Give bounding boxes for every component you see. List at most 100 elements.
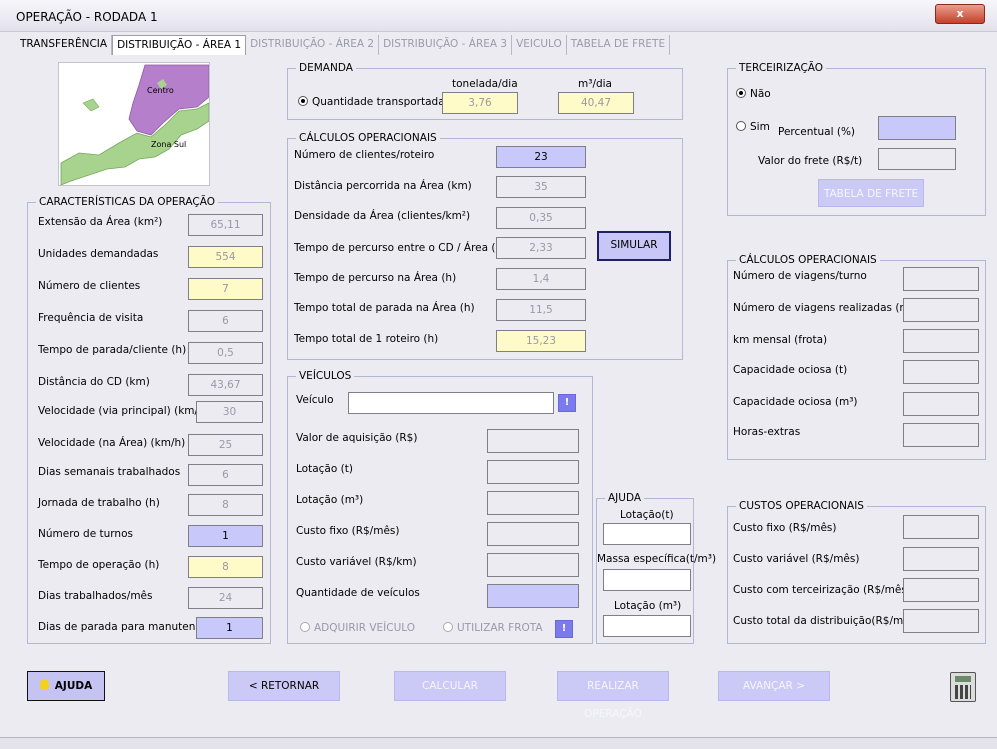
field-capacidade-t <box>903 360 979 384</box>
calculos-right-title: CÁLCULOS OPERACIONAIS <box>736 254 880 267</box>
label-velocidade-area: Velocidade (na Área) (km/h) <box>38 437 186 449</box>
calcular-button[interactable]: CALCULAR <box>394 671 506 701</box>
veiculo-select[interactable] <box>348 392 554 414</box>
field-unidades[interactable]: 554 <box>188 246 263 268</box>
tabela-frete-button[interactable]: TABELA DE FRETE <box>818 179 924 207</box>
ajuda-title: AJUDA <box>605 492 645 505</box>
tab-distribuicao-area-3[interactable]: DISTRIBUIÇÃO - ÁREA 3 <box>379 35 513 55</box>
label-valor-aquisicao: Valor de aquisição (R$) <box>296 432 418 444</box>
label-custo-fixo-mes: Custo fixo (R$/mês) <box>733 522 837 534</box>
lightbulb-icon <box>39 679 49 690</box>
label-capacidade-t: Capacidade ociosa (t) <box>733 364 848 376</box>
radio-sim-dot[interactable] <box>736 121 746 131</box>
label-distancia-area: Distância percorrida na Área (km) <box>294 180 472 192</box>
label-unidades: Unidades demandadas <box>38 248 159 260</box>
label-dias-parada: Dias de parada para manutenção <box>38 621 215 633</box>
ajuda-field-massa[interactable] <box>603 569 691 591</box>
field-custo-terceirizacao <box>903 578 979 602</box>
tab-strip: TRANSFERÊNCIA DISTRIBUIÇÃO - ÁREA 1 DIST… <box>16 35 671 55</box>
tab-transferencia[interactable]: TRANSFERÊNCIA <box>16 35 113 55</box>
tab-veiculo[interactable]: VEICULO <box>512 35 567 55</box>
map-label-zona-sul: Zona Sul <box>151 140 186 149</box>
field-num-clientes[interactable]: 7 <box>188 278 263 300</box>
field-capacidade-m3 <box>903 392 979 416</box>
ajuda-label-lotacao-m3: Lotação (m³) <box>614 600 682 612</box>
radio-utilizar-frota[interactable]: UTILIZAR FROTA <box>443 622 543 634</box>
radio-adquirir-veiculo[interactable]: ADQUIRIR VEÍCULO <box>300 622 415 634</box>
demanda-unit-ton: tonelada/dia <box>452 78 518 90</box>
label-custo-total: Custo total da distribuição(R$/mês) <box>733 615 920 627</box>
label-veiculo: Veículo <box>296 394 334 406</box>
radio-nao-dot[interactable] <box>736 88 746 98</box>
label-custo-terceirizacao: Custo com terceirização (R$/mês) <box>733 584 911 596</box>
calculator-keys-icon <box>955 685 971 699</box>
retornar-button[interactable]: < RETORNAR <box>228 671 340 701</box>
label-densidade: Densidade da Área (clientes/km²) <box>294 210 471 222</box>
label-tempo-roteiro: Tempo total de 1 roteiro (h) <box>294 333 439 345</box>
calculos-title: CÁLCULOS OPERACIONAIS <box>296 132 440 145</box>
field-custo-fixo <box>487 522 579 546</box>
veiculo-info-button[interactable]: ! <box>558 394 576 412</box>
field-tempo-cd-area: 2,33 <box>496 237 586 259</box>
field-tempo-parada-area: 11,5 <box>496 299 586 321</box>
field-clientes-roteiro: 23 <box>496 146 586 168</box>
field-velocidade-area: 25 <box>188 434 263 456</box>
radio-frota-dot[interactable] <box>443 622 453 632</box>
radio-terceirizacao-nao[interactable]: Não <box>736 88 771 100</box>
realizar-operacao-button[interactable]: REALIZAR OPERAÇÃO <box>557 671 669 720</box>
tab-distribuicao-area-2[interactable]: DISTRIBUIÇÃO - ÁREA 2 <box>246 35 380 55</box>
demanda-radio-dot[interactable] <box>298 96 308 106</box>
field-tempo-operacao[interactable]: 8 <box>188 556 263 578</box>
caracteristicas-title: CARACTERÍSTICAS DA OPERAÇÃO <box>36 196 218 209</box>
field-demanda-ton[interactable]: 3,76 <box>442 92 518 114</box>
label-viagens-realizadas: Número de viagens realizadas (mês) <box>733 302 926 314</box>
window-titlebar: OPERAÇÃO - RODADA 1 x <box>0 0 997 32</box>
label-num-turnos: Número de turnos <box>38 528 133 540</box>
ajuda-field-lotacao-t[interactable] <box>603 523 691 545</box>
map-image: Centro Zona Sul <box>60 64 209 185</box>
label-tempo-parada: Tempo de parada/cliente (h) <box>38 344 187 356</box>
veiculos-title: VEÍCULOS <box>296 370 355 383</box>
label-horas-extras: Horas-extras <box>733 426 801 438</box>
label-tempo-operacao: Tempo de operação (h) <box>38 559 160 571</box>
tab-tabela-de-frete[interactable]: TABELA DE FRETE <box>567 35 671 55</box>
ajuda-field-lotacao-m3[interactable] <box>603 615 691 637</box>
demanda-radio[interactable]: Quantidade transportada <box>298 96 445 108</box>
field-custo-variavel <box>487 553 579 577</box>
demanda-unit-m3: m³/dia <box>578 78 612 90</box>
label-custo-variavel: Custo variável (R$/km) <box>296 556 417 568</box>
label-lotacao-t: Lotação (t) <box>296 463 353 475</box>
tab-distribuicao-area-1[interactable]: DISTRIBUIÇÃO - ÁREA 1 <box>112 35 247 55</box>
custos-title: CUSTOS OPERACIONAIS <box>736 500 867 513</box>
label-valor-frete: Valor do frete (R$/t) <box>758 155 863 167</box>
avancar-button[interactable]: AVANÇAR > <box>718 671 830 701</box>
area-map: Centro Zona Sul <box>58 62 210 186</box>
calculator-button[interactable] <box>950 672 976 702</box>
window-title: OPERAÇÃO - RODADA 1 <box>16 10 158 24</box>
field-quantidade-veiculos[interactable] <box>487 584 579 608</box>
field-extensao: 65,11 <box>188 214 263 236</box>
field-custo-total <box>903 609 979 633</box>
field-num-turnos[interactable]: 1 <box>188 525 263 547</box>
field-horas-extras <box>903 423 979 447</box>
simular-button[interactable]: SIMULAR <box>597 231 671 261</box>
radio-terceirizacao-sim[interactable]: Sim <box>736 121 770 133</box>
radio-nao-label: Não <box>750 88 771 100</box>
ajuda-label-massa: Massa específica(t/m³) <box>597 553 717 565</box>
field-percentual[interactable] <box>878 116 956 140</box>
close-button[interactable]: x <box>935 4 985 24</box>
map-island <box>82 98 100 112</box>
field-jornada: 8 <box>188 494 263 516</box>
demanda-radio-label: Quantidade transportada <box>312 96 445 108</box>
field-distancia-area: 35 <box>496 176 586 198</box>
field-dias-parada[interactable]: 1 <box>196 617 263 639</box>
field-tempo-parada: 0,5 <box>188 342 263 364</box>
ajuda-label-lotacao-t: Lotação(t) <box>620 509 674 521</box>
field-tempo-percurso-area: 1,4 <box>496 268 586 290</box>
ajuda-button[interactable]: AJUDA <box>27 671 105 701</box>
field-demanda-m3[interactable]: 40,47 <box>558 92 634 114</box>
field-custo-variavel-mes <box>903 547 979 571</box>
frota-info-button[interactable]: ! <box>555 620 573 638</box>
field-velocidade-principal: 30 <box>196 401 263 423</box>
radio-adquirir-dot[interactable] <box>300 622 310 632</box>
